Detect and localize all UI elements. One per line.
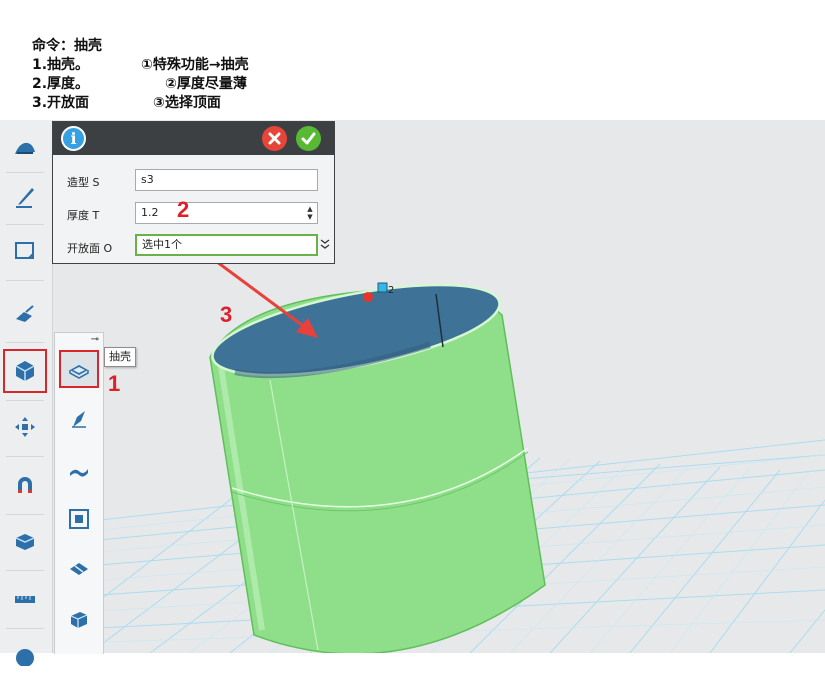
step-2-action: ②厚度尽量薄 — [165, 76, 247, 92]
thickness-stepper[interactable]: ▲ ▼ — [306, 205, 314, 221]
combine-icon — [15, 534, 35, 550]
toolbar-separator — [6, 514, 44, 515]
shell-cylinder-model[interactable]: 2 — [206, 267, 546, 653]
render-icon — [16, 649, 34, 666]
twist-icon — [72, 411, 86, 428]
move-button[interactable] — [4, 406, 46, 448]
cancel-button[interactable] — [262, 126, 287, 151]
combine-button[interactable] — [4, 520, 46, 562]
edit-3d-button[interactable] — [4, 292, 46, 334]
bend-icon — [70, 469, 88, 477]
toolbar-separator — [6, 172, 44, 173]
move-icon — [15, 417, 35, 437]
sketch-pen-icon — [16, 188, 34, 208]
instruction-title: 命令：抽壳 — [32, 38, 102, 54]
toolbar-separator — [6, 628, 44, 629]
callout-3: 3 — [220, 302, 233, 327]
bend-button[interactable] — [60, 451, 98, 487]
render-button[interactable] — [4, 632, 46, 674]
magnet-icon — [18, 477, 32, 493]
special-functions-panel: ⊸ — [54, 332, 104, 654]
shape-field[interactable]: s3 — [135, 169, 318, 191]
stamp-icon — [69, 509, 89, 529]
sketch-rect-icon — [15, 242, 34, 259]
solid-icon — [70, 612, 88, 628]
pin-icon[interactable]: ⊸ — [91, 334, 99, 345]
thickness-field-label: 厚度 T — [67, 209, 100, 222]
toolbar-separator — [6, 570, 44, 571]
measure-button[interactable] — [4, 578, 46, 620]
sketch-edit-button[interactable] — [4, 230, 46, 272]
shell-button[interactable] — [59, 350, 99, 388]
left-toolbar — [0, 120, 53, 666]
edit-icon — [16, 305, 34, 322]
thickness-input[interactable]: 1.2 ▲ ▼ — [135, 202, 318, 224]
shell-icon — [69, 365, 89, 379]
face-pick-marker — [377, 282, 388, 293]
svg-text:2: 2 — [388, 285, 394, 296]
open-face-field-label: 开放面 O — [67, 242, 113, 255]
split-icon — [70, 563, 88, 575]
thickness-value: 1.2 — [141, 206, 159, 219]
measure-icon — [15, 596, 35, 603]
toolbar-separator — [6, 342, 44, 343]
sketch-draw-button[interactable] — [4, 177, 46, 219]
toolbar-separator — [6, 280, 44, 281]
instruction-notes: 命令：抽壳 1.抽壳。 ①特殊功能→抽壳 2.厚度。 ②厚度尽量薄 3.开放面 … — [32, 38, 392, 116]
toolbar-separator — [6, 224, 44, 225]
open-face-field[interactable]: 选中1个 — [135, 234, 318, 256]
step-3-action: ③选择顶面 — [153, 95, 221, 111]
split-button[interactable] — [60, 551, 98, 587]
info-icon[interactable]: i — [61, 126, 86, 151]
selection-marker — [363, 292, 373, 302]
close-icon — [268, 132, 281, 145]
step-3-number: 3.开放面 — [32, 95, 90, 111]
toolbar-separator — [6, 456, 44, 457]
callout-2: 2 — [177, 197, 190, 222]
shape-field-label: 造型 S — [67, 176, 100, 189]
solid-button[interactable] — [60, 601, 98, 637]
special-functions-icon — [15, 361, 35, 381]
check-icon — [301, 132, 316, 145]
confirm-button[interactable] — [296, 126, 321, 151]
basic-shapes-button[interactable] — [4, 126, 46, 168]
step-1-action: ①特殊功能→抽壳 — [141, 57, 249, 73]
dialog-header: i — [53, 122, 334, 155]
chevron-down-icon[interactable] — [319, 237, 331, 251]
twist-button[interactable] — [60, 401, 98, 437]
stamp-button[interactable] — [60, 501, 98, 537]
shell-dialog: i 造型 S s3 厚度 T 1.2 ▲ ▼ 开放面 O 选中1个 — [52, 121, 335, 264]
special-functions-button[interactable] — [3, 349, 47, 393]
shell-tooltip: 抽壳 — [104, 347, 136, 367]
toolbar-separator — [6, 400, 44, 401]
step-1-number: 1.抽壳。 — [32, 57, 90, 73]
basic-shapes-icon — [15, 142, 35, 154]
callout-1: 1 — [108, 371, 121, 396]
adsorb-button[interactable] — [4, 464, 46, 506]
step-2-number: 2.厚度。 — [32, 76, 90, 92]
